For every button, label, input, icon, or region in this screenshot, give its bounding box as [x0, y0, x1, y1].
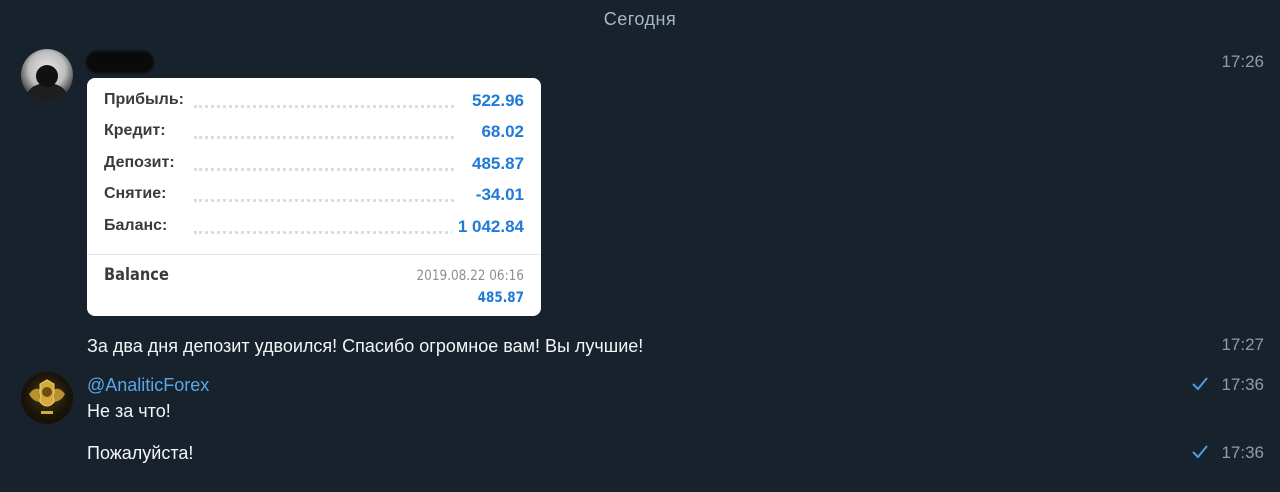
row-label: Прибыль:	[104, 91, 190, 109]
lion-crest-avatar[interactable]	[21, 372, 73, 424]
dotted-leader	[194, 231, 454, 234]
balance-entry-label: Balance	[104, 265, 169, 285]
row-label: Депозит:	[104, 154, 181, 172]
user-avatar[interactable]	[21, 49, 73, 101]
row-value: 68.02	[475, 122, 524, 142]
redacted-sender-name	[86, 51, 154, 73]
report-row-deposit: Депозит: 485.87	[104, 154, 524, 176]
balance-entry-date: 2019.08.22 06:16	[416, 268, 524, 284]
dotted-leader	[194, 199, 454, 202]
check-icon	[1192, 445, 1208, 459]
row-value: 485.87	[466, 154, 524, 174]
dotted-leader	[194, 105, 454, 108]
card-divider	[87, 254, 541, 255]
report-row-profit: Прибыль: 522.96	[104, 91, 524, 113]
row-value: 522.96	[466, 91, 524, 111]
balance-entry-amount: 485.87	[477, 290, 524, 306]
report-row-balance: Баланс: 1 042.84	[104, 217, 524, 239]
date-separator: Сегодня	[603, 9, 677, 29]
message-time: 17:36	[1221, 443, 1264, 462]
dotted-leader	[194, 168, 454, 171]
row-value: 1 042.84	[451, 217, 524, 237]
lion-crest-icon	[29, 379, 65, 414]
row-label: Баланс:	[104, 217, 174, 235]
message-time: 17:27	[1221, 335, 1264, 354]
account-report-image[interactable]: Прибыль: 522.96 Кредит: 68.02 Депозит: 4…	[87, 78, 541, 316]
message-text: Пожалуйста!	[87, 443, 194, 463]
report-row-credit: Кредит: 68.02	[104, 122, 524, 144]
row-label: Кредит:	[104, 122, 172, 140]
message-text: Не за что!	[87, 401, 171, 421]
check-icon	[1192, 377, 1208, 391]
row-label: Снятие:	[104, 185, 173, 203]
message-time: 17:36	[1221, 375, 1264, 394]
chat-history: Сегодня 17:26 Прибыль: 522.96 Кредит: 68…	[0, 0, 1280, 492]
report-row-withdrawal: Снятие: -34.01	[104, 185, 524, 207]
message-text: За два дня депозит удвоился! Спасибо огр…	[87, 336, 644, 356]
message-time: 17:26	[1221, 52, 1264, 71]
row-value: -34.01	[469, 185, 524, 205]
sender-name[interactable]: @AnaliticForex	[87, 375, 209, 396]
dotted-leader	[194, 136, 454, 139]
